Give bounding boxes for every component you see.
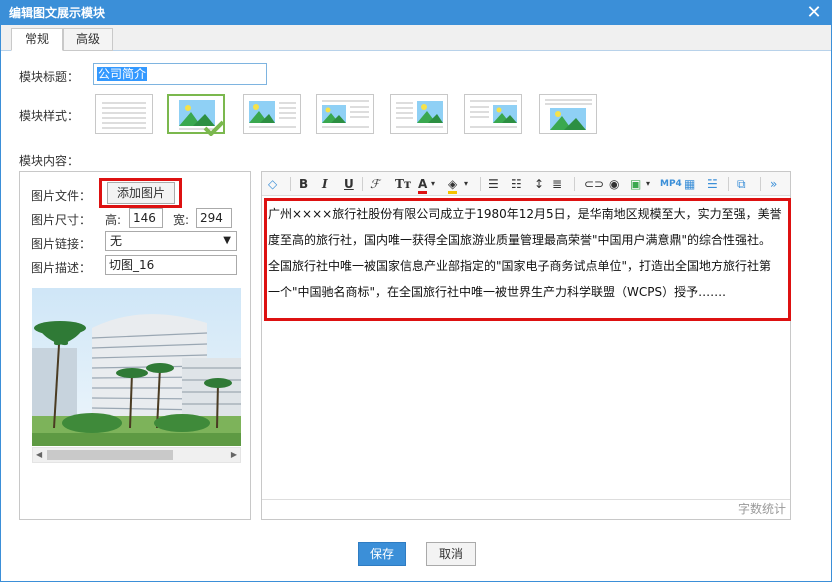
style-option-text[interactable] [95, 94, 153, 134]
image-left-text-layout-icon [322, 100, 369, 128]
image-size-label: 图片尺寸： [31, 213, 92, 227]
link-icon[interactable]: ⊂⊃ [584, 176, 604, 192]
image-desc-input[interactable]: 切图_16 [105, 255, 237, 275]
width-input[interactable]: 294 [196, 208, 232, 228]
insert-image-dropdown-icon[interactable]: ▾ [646, 176, 650, 192]
hotel-photo [32, 288, 241, 446]
tab-bar: 常规 高级 [1, 25, 831, 51]
image-left-layout-icon [249, 101, 296, 128]
style-option-image-right-text[interactable] [464, 94, 522, 134]
highlight-dropdown-icon[interactable]: ▾ [464, 176, 468, 192]
insert-row-icon[interactable]: ☱ [707, 176, 718, 192]
module-title-label: 模块标题： [19, 70, 80, 84]
font-size-icon[interactable]: Tт [395, 176, 411, 192]
eraser-icon[interactable]: ◇ [268, 176, 277, 192]
editor-toolbar: ◇ B I U ℱ Tт A ▾ ◈ ▾ ☰ ☷ ↕ ≣ ⊂⊃ ◉ ▣ ▾ MP… [262, 172, 790, 196]
style-option-image-right[interactable] [390, 94, 448, 134]
module-title-value: 公司简介 [97, 67, 148, 81]
cancel-button[interactable]: 取消 [426, 542, 476, 566]
image-link-value: 无 [110, 234, 123, 248]
image-link-select[interactable]: 无 ▼ [105, 231, 237, 251]
image-bottom-layout-icon [545, 99, 592, 130]
table-icon[interactable]: ▦ [684, 176, 695, 192]
width-label: 宽: [173, 213, 190, 227]
highlight-color-icon[interactable]: ◈ [448, 176, 458, 194]
style-option-image-bottom[interactable] [539, 94, 597, 134]
qq-icon[interactable]: ◉ [609, 176, 619, 192]
style-option-image-left-text[interactable] [316, 94, 374, 134]
scrollbar-thumb[interactable] [47, 450, 173, 460]
height-label: 高: [105, 213, 122, 227]
tab-general[interactable]: 常规 [11, 28, 63, 51]
save-button[interactable]: 保存 [358, 542, 406, 566]
style-option-image-top[interactable] [167, 94, 225, 136]
image-right-layout-icon [396, 101, 443, 128]
style-option-image-left[interactable] [243, 94, 301, 134]
align-justify-icon[interactable]: ≣ [552, 176, 562, 192]
insert-image-icon[interactable]: ▣ [630, 176, 641, 192]
dialog-title: 编辑图文展示模块 [9, 6, 106, 20]
scroll-right-icon[interactable]: ▶ [231, 450, 237, 459]
insert-video-mp4[interactable]: MP4 [660, 176, 682, 192]
edit-module-dialog: 编辑图文展示模块 ✕ 常规 高级 模块标题： 公司简介 模块样式： 模块内容： … [0, 0, 832, 582]
image-horizontal-scrollbar[interactable]: ◀ ▶ [32, 447, 241, 463]
bold-button[interactable]: B [299, 176, 308, 192]
module-title-input[interactable]: 公司简介 [93, 63, 267, 85]
image-right-text-layout-icon [470, 100, 517, 128]
image-desc-label: 图片描述： [31, 261, 92, 275]
font-color-icon[interactable]: A [418, 176, 428, 194]
close-icon[interactable]: ✕ [805, 4, 823, 22]
font-family-icon[interactable]: ℱ [370, 176, 379, 192]
tab-advanced[interactable]: 高级 [63, 28, 113, 51]
text-layout-icon [102, 102, 146, 129]
content-highlight [264, 198, 791, 321]
image-link-label: 图片链接： [31, 237, 92, 251]
module-style-label: 模块样式： [19, 109, 80, 123]
module-content-label: 模块内容： [19, 154, 80, 168]
word-count[interactable]: 字数统计 [262, 499, 790, 519]
add-image-highlight [99, 178, 182, 208]
line-height-icon[interactable]: ↕ [534, 176, 544, 192]
dropdown-arrow-icon: ▼ [223, 235, 231, 246]
image-file-label: 图片文件： [31, 189, 92, 203]
unordered-list-icon[interactable]: ☷ [511, 176, 522, 192]
expand-toolbar-icon[interactable]: » [770, 176, 777, 192]
dialog-titlebar: 编辑图文展示模块 ✕ [1, 1, 831, 25]
check-icon [203, 120, 225, 136]
italic-button[interactable]: I [322, 176, 328, 192]
scroll-left-icon[interactable]: ◀ [36, 450, 42, 459]
image-preview [32, 288, 241, 446]
height-input[interactable]: 146 [129, 208, 163, 228]
ordered-list-icon[interactable]: ☰ [488, 176, 499, 192]
underline-button[interactable]: U [344, 176, 354, 192]
source-code-icon[interactable]: ⧉ [737, 176, 746, 192]
font-color-dropdown-icon[interactable]: ▾ [431, 176, 435, 192]
